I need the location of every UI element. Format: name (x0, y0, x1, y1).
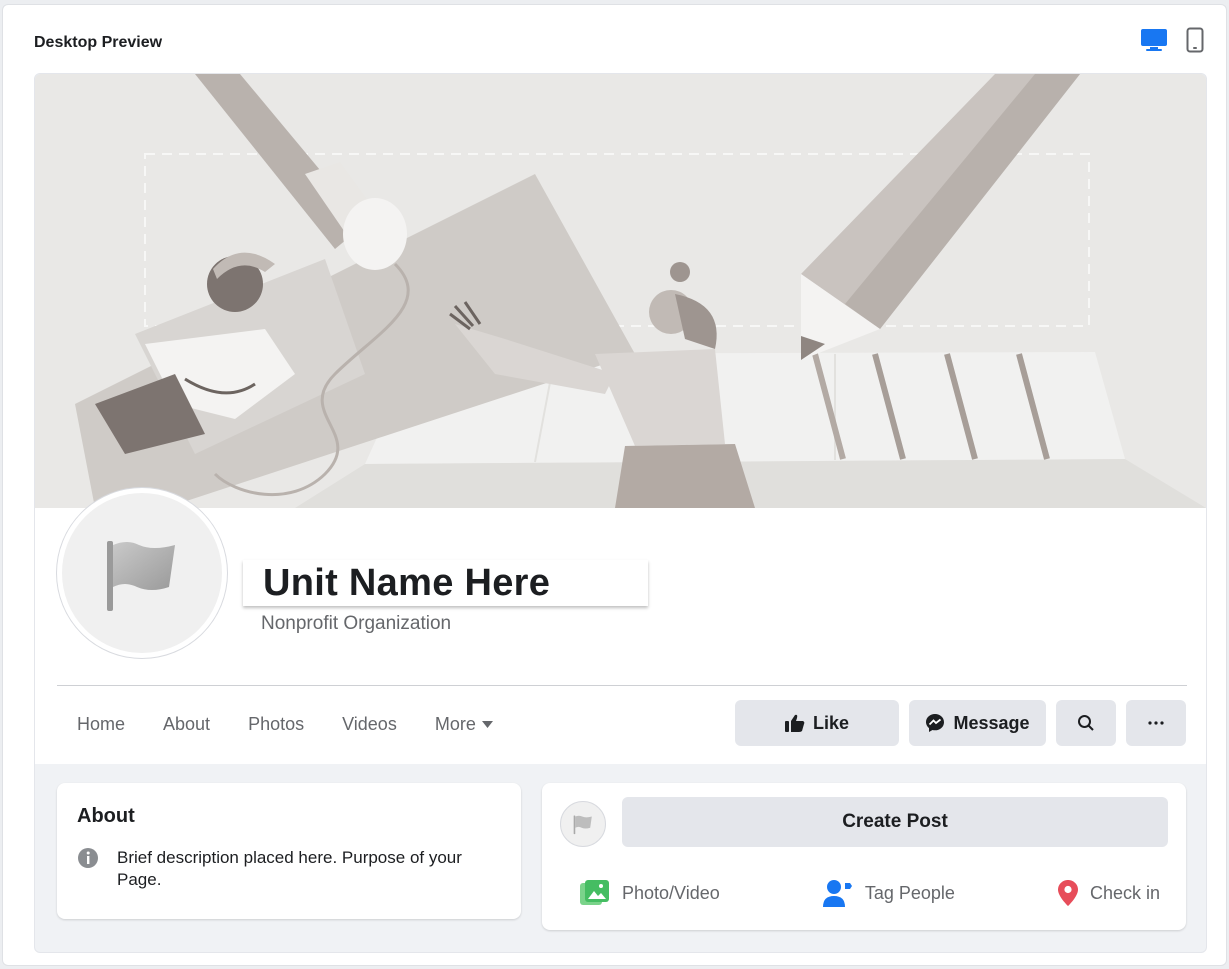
header-divider (57, 685, 1187, 686)
about-title: About (77, 805, 135, 827)
about-row: Brief description placed here. Purpose o… (77, 847, 477, 891)
page-name-box: Unit Name Here (243, 560, 648, 606)
preview-panel: Desktop Preview Unit Name Here Nonprofit… (2, 4, 1227, 966)
profile-picture[interactable] (57, 488, 227, 658)
tag-people-label: Tag People (864, 882, 955, 903)
mobile-icon[interactable] (1186, 27, 1204, 53)
post-actions: Photo/Video Tag People Check in (580, 879, 1160, 907)
flag-icon (107, 541, 175, 611)
about-description: Brief description placed here. Purpose o… (117, 848, 462, 889)
caret-down-icon (481, 721, 493, 728)
like-label: Like (812, 712, 850, 733)
ellipsis-icon (1148, 721, 1164, 725)
tab-photos-label: Photos (248, 714, 305, 734)
photo-video-label: Photo/Video (622, 882, 720, 903)
tab-more[interactable]: More (435, 714, 493, 735)
device-toggle (1140, 27, 1204, 53)
photo-video-button[interactable]: Photo/Video (580, 879, 720, 907)
tab-photos[interactable]: Photos (248, 714, 304, 735)
search-button[interactable] (1056, 700, 1116, 746)
search-icon (1078, 715, 1094, 731)
page-name: Unit Name Here (263, 561, 551, 604)
page-category: Nonprofit Organization (261, 613, 452, 634)
more-options-button[interactable] (1126, 700, 1186, 746)
message-label: Message (953, 712, 1030, 733)
page-actions: Like Message (735, 700, 1186, 746)
tab-home[interactable]: Home (77, 714, 125, 735)
tab-about-label: About (163, 714, 211, 734)
tag-people-icon (822, 880, 852, 907)
preview-header: Desktop Preview (3, 5, 1226, 75)
check-in-label: Check in (1089, 882, 1160, 903)
check-in-button[interactable]: Check in (1057, 879, 1160, 907)
tab-home-label: Home (77, 714, 126, 734)
create-post-card: Create Post Photo/Video Tag People Check… (542, 783, 1186, 930)
photo-icon (580, 880, 609, 905)
location-pin-icon (1057, 880, 1078, 906)
message-button[interactable]: Message (909, 700, 1046, 746)
tab-videos-label: Videos (342, 714, 397, 734)
messenger-icon (926, 714, 945, 732)
flag-icon (573, 815, 592, 835)
cover-illustration (35, 74, 1206, 508)
create-post-button[interactable]: Create Post (622, 797, 1168, 847)
tab-more-label: More (434, 714, 476, 734)
profile-header: Unit Name Here Nonprofit Organization Ho… (35, 488, 1206, 764)
like-button[interactable]: Like (735, 700, 899, 746)
page-nav: Home About Photos Videos More (77, 714, 531, 735)
desktop-icon[interactable] (1140, 28, 1168, 52)
thumbs-up-icon (784, 714, 805, 732)
tag-people-button[interactable]: Tag People (822, 879, 955, 907)
cover-photo (35, 74, 1206, 508)
tab-videos[interactable]: Videos (342, 714, 397, 735)
about-card: About Brief description placed here. Pur… (57, 783, 521, 919)
info-icon (78, 848, 98, 868)
preview-title: Desktop Preview (34, 34, 163, 51)
tab-about[interactable]: About (163, 714, 210, 735)
facebook-page-preview: Unit Name Here Nonprofit Organization Ho… (34, 73, 1207, 953)
mini-avatar (560, 801, 606, 847)
